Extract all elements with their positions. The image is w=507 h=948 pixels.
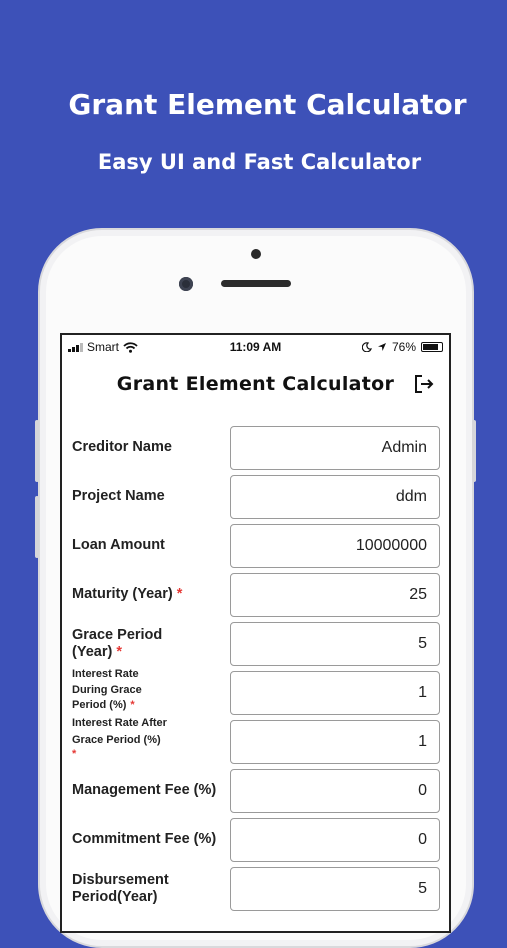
- front-camera: [179, 277, 193, 291]
- project-name-label: Project Name: [72, 488, 165, 504]
- battery-percent: 76%: [391, 340, 416, 354]
- logout-icon[interactable]: [413, 373, 435, 395]
- status-bar: Smart 11:09 AM 76%: [62, 335, 449, 361]
- phone-side-button: [35, 420, 39, 482]
- promo-subtitle: Easy UI and Fast Calculator: [97, 150, 422, 174]
- interest-during-grace-field[interactable]: 1: [230, 671, 440, 715]
- commitment-fee-label: Commitment Fee (%): [72, 831, 217, 847]
- loan-amount-label: Loan Amount: [72, 537, 165, 553]
- required-mark: *: [176, 586, 183, 602]
- app-header: Grant Element Calculator: [62, 361, 449, 401]
- management-fee-field[interactable]: 0: [230, 769, 440, 813]
- commitment-fee-field[interactable]: 0: [230, 818, 440, 862]
- disbursement-period-label: Disbursement Period(Year): [72, 872, 169, 905]
- required-mark: *: [72, 748, 77, 760]
- app-screen: Smart 11:09 AM 76% Grant Element Calcula…: [60, 333, 451, 933]
- required-mark: *: [116, 644, 122, 660]
- phone-power-button: [472, 420, 476, 482]
- grace-period-field[interactable]: 5: [230, 622, 440, 666]
- interest-after-grace-field[interactable]: 1: [230, 720, 440, 764]
- proximity-sensor: [251, 249, 261, 259]
- earpiece-speaker: [221, 280, 291, 287]
- grace-period-label: Grace Period (Year) *: [72, 627, 163, 660]
- project-name-field[interactable]: ddm: [230, 475, 440, 519]
- management-fee-label: Management Fee (%): [72, 782, 217, 798]
- maturity-label: Maturity (Year) *: [72, 586, 183, 602]
- creditor-name-field[interactable]: Admin: [230, 426, 440, 470]
- required-mark: *: [130, 699, 135, 711]
- creditor-name-label: Creditor Name: [72, 439, 172, 455]
- loan-amount-field[interactable]: 10000000: [230, 524, 440, 568]
- page-title: Grant Element Calculator: [116, 373, 395, 395]
- location-icon: [377, 343, 386, 351]
- disbursement-period-field[interactable]: 5: [230, 867, 440, 911]
- maturity-field[interactable]: 25: [230, 573, 440, 617]
- interest-after-grace-label: Interest Rate After Grace Period (%) *: [72, 717, 167, 760]
- interest-during-grace-label: Interest Rate During Grace Period (%) *: [72, 668, 142, 711]
- moon-icon: [361, 342, 372, 352]
- promo-title: Grant Element Calculator: [68, 88, 467, 121]
- phone-side-button: [35, 496, 39, 558]
- battery-icon: [421, 342, 443, 352]
